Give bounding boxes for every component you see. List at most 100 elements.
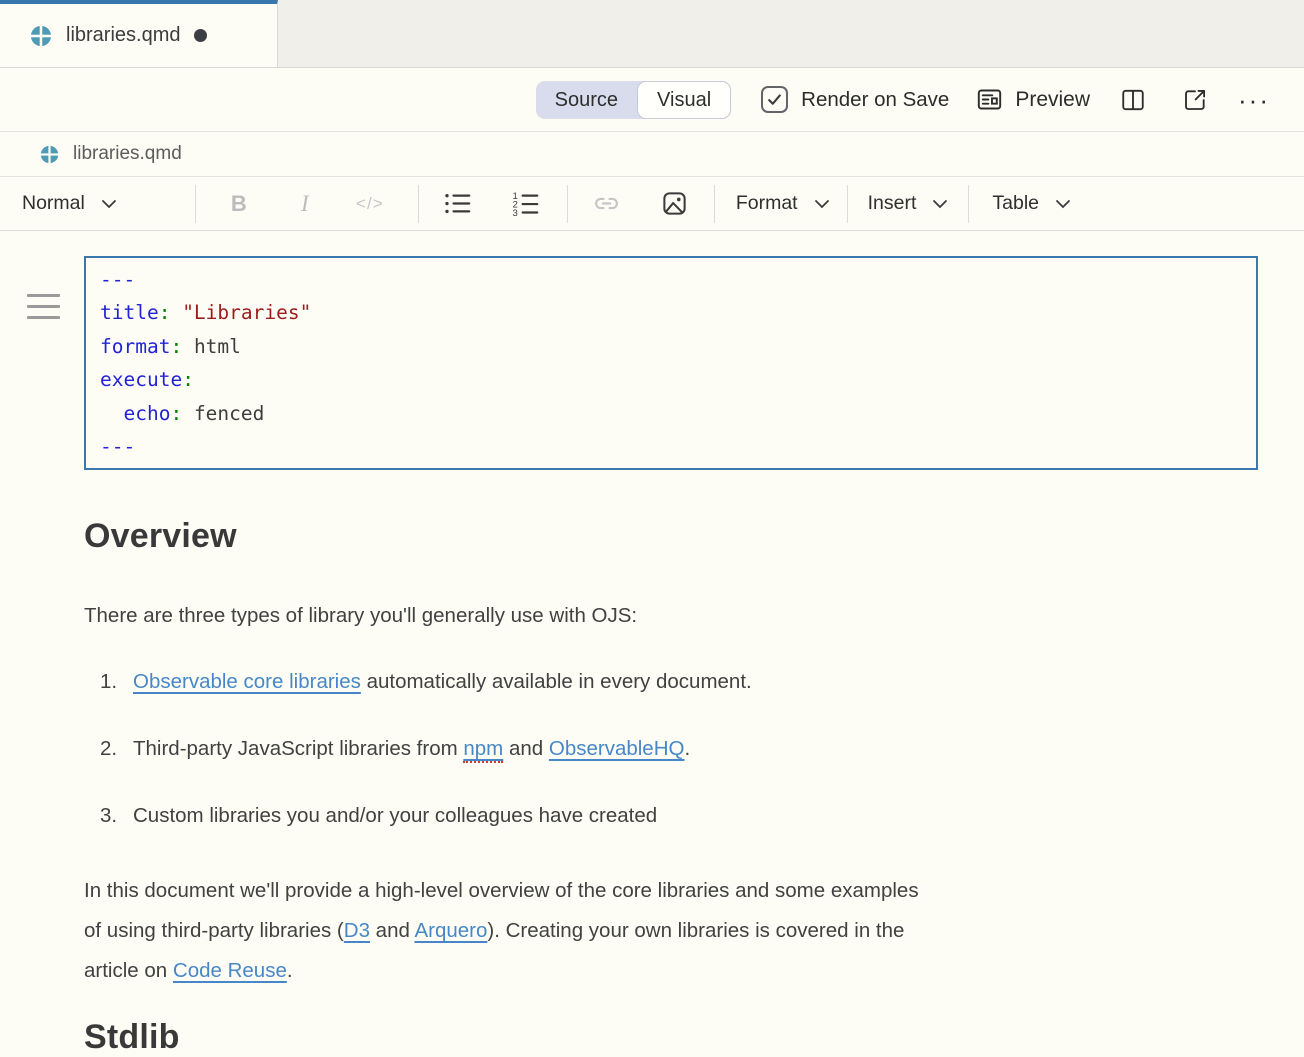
format-dropdown[interactable]: Format: [736, 192, 830, 215]
preview-label: Preview: [1015, 88, 1090, 112]
list-item-rest: automatically available in every documen…: [361, 670, 752, 693]
yaml-line: format: html: [100, 330, 1242, 363]
yaml-key: format: [100, 335, 170, 358]
list-marker: 3.: [100, 802, 133, 829]
paragraph-style-label: Normal: [22, 192, 85, 215]
unsaved-changes-indicator: [194, 29, 207, 42]
link-d3[interactable]: D3: [344, 919, 370, 942]
paragraph-line: of using third-party libraries (D3 and A…: [84, 911, 1220, 951]
chevron-down-icon: [932, 199, 948, 209]
list-item: 1. Observable core libraries automatical…: [100, 668, 1220, 695]
link-code-reuse[interactable]: Code Reuse: [173, 959, 287, 982]
list-item-post: .: [684, 737, 690, 760]
yaml-delimiter: ---: [100, 268, 135, 291]
link-icon: [592, 189, 621, 218]
yaml-front-matter-block[interactable]: --- title: "Libraries" format: html exec…: [84, 256, 1258, 470]
editor-tab-bar: libraries.qmd: [0, 0, 1304, 68]
list-marker: 2.: [100, 735, 133, 762]
list-item: 2. Third-party JavaScript libraries from…: [100, 735, 1220, 762]
paragraph-text: and: [370, 919, 414, 942]
insert-dropdown-label: Insert: [868, 192, 917, 215]
yaml-line: ---: [100, 430, 1242, 463]
bold-button[interactable]: B: [220, 191, 258, 217]
yaml-colon: :: [170, 402, 182, 425]
link-npm[interactable]: npm: [463, 737, 503, 760]
tab-title: libraries.qmd: [66, 24, 180, 47]
list-item-text: Custom libraries you and/or your colleag…: [133, 802, 657, 829]
paragraph-line: article on Code Reuse.: [84, 951, 1220, 991]
breadcrumb-file[interactable]: libraries.qmd: [73, 143, 182, 165]
yaml-colon: :: [170, 335, 182, 358]
editor-toolbar: Source Visual Render on Save Preview ···: [0, 68, 1304, 132]
yaml-key: echo: [100, 402, 170, 425]
yaml-line: ---: [100, 263, 1242, 296]
bulleted-list-icon: [443, 190, 473, 217]
closing-paragraph: In this document we'll provide a high-le…: [84, 871, 1220, 991]
yaml-value: fenced: [182, 402, 264, 425]
numbered-list-icon: 123: [511, 190, 541, 217]
visual-mode-button[interactable]: Visual: [637, 81, 731, 119]
visual-editor-canvas[interactable]: --- title: "Libraries" format: html exec…: [0, 256, 1304, 1057]
block-drag-handle[interactable]: [27, 294, 60, 327]
quarto-file-icon: [40, 145, 59, 164]
code-button[interactable]: </>: [346, 194, 394, 214]
yaml-value: html: [182, 335, 241, 358]
list-item: 3. Custom libraries you and/or your coll…: [100, 802, 1220, 829]
list-item-pre: Third-party JavaScript libraries from: [133, 737, 463, 760]
svg-text:3: 3: [512, 208, 517, 217]
split-pane-icon: [1120, 87, 1146, 113]
image-button[interactable]: [661, 190, 688, 217]
editor-mode-toggle: Source Visual: [536, 81, 732, 119]
italic-button[interactable]: I: [286, 191, 324, 217]
chevron-down-icon: [1055, 199, 1071, 209]
checkmark-icon: [766, 91, 783, 108]
paragraph-line: In this document we'll provide a high-le…: [84, 871, 1220, 911]
more-actions-button[interactable]: ···: [1238, 90, 1270, 110]
open-external-button[interactable]: [1182, 87, 1208, 113]
yaml-key: title: [100, 301, 159, 324]
quarto-file-icon: [30, 25, 52, 47]
yaml-line: echo: fenced: [100, 397, 1242, 430]
render-on-save-checkbox[interactable]: [761, 86, 788, 113]
toolbar-divider: [968, 185, 969, 223]
link-arquero[interactable]: Arquero: [414, 919, 487, 942]
preview-icon: [976, 86, 1003, 113]
yaml-delimiter: ---: [100, 435, 135, 458]
link-observable-core-libraries[interactable]: Observable core libraries: [133, 670, 361, 693]
toolbar-divider: [847, 185, 848, 223]
formatting-toolbar: Normal B I </> 123 Format Insert Table: [0, 177, 1304, 231]
list-marker: 1.: [100, 668, 133, 695]
toolbar-divider: [195, 185, 196, 223]
intro-paragraph: There are three types of library you'll …: [84, 602, 1220, 629]
paragraph-text: ). Creating your own libraries is covere…: [487, 919, 904, 942]
paragraph-style-dropdown[interactable]: Normal: [22, 192, 117, 215]
chevron-down-icon: [101, 199, 117, 209]
table-dropdown[interactable]: Table: [992, 192, 1071, 215]
yaml-key: execute: [100, 368, 182, 391]
yaml-colon: :: [159, 301, 171, 324]
list-item-text: Third-party JavaScript libraries from np…: [133, 735, 690, 762]
source-mode-button[interactable]: Source: [536, 81, 637, 119]
format-dropdown-label: Format: [736, 192, 798, 215]
split-editor-button[interactable]: [1120, 87, 1146, 113]
tab-libraries-qmd[interactable]: libraries.qmd: [0, 0, 278, 67]
yaml-line: title: "Libraries": [100, 296, 1242, 329]
yaml-line: execute:: [100, 363, 1242, 396]
chevron-down-icon: [814, 199, 830, 209]
bulleted-list-button[interactable]: [443, 190, 473, 217]
preview-button[interactable]: Preview: [976, 86, 1090, 113]
insert-dropdown[interactable]: Insert: [868, 192, 949, 215]
yaml-colon: :: [182, 368, 194, 391]
spellcheck-underline: npm: [463, 737, 503, 763]
numbered-list-button[interactable]: 123: [511, 190, 541, 217]
toolbar-divider: [418, 185, 419, 223]
yaml-string-value: "Libraries": [170, 301, 311, 324]
list-item-text: Observable core libraries automatically …: [133, 668, 752, 695]
render-on-save-label[interactable]: Render on Save: [801, 88, 949, 112]
open-in-new-window-icon: [1182, 87, 1208, 113]
link-observablehq[interactable]: ObservableHQ: [549, 737, 685, 760]
paragraph-text: article on: [84, 959, 173, 982]
paragraph-text: of using third-party libraries (: [84, 919, 344, 942]
heading-overview: Overview: [84, 516, 1220, 556]
link-button[interactable]: [592, 189, 621, 218]
